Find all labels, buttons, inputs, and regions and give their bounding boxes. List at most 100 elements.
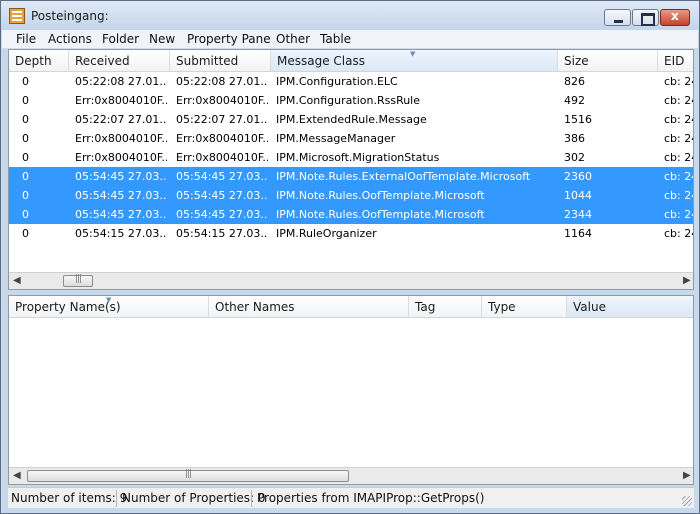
cell-size: 1516: [564, 113, 592, 126]
cell-received: 05:54:45 27.03....: [75, 189, 167, 202]
table-row[interactable]: 0 05:54:45 27.03.... 05:54:45 27.03.... IPM…: [9, 167, 693, 186]
title-bar[interactable]: Posteingang:: [1, 1, 699, 31]
left-arrow-icon[interactable]: ◀: [13, 275, 21, 286]
right-arrow-icon[interactable]: ▶: [683, 470, 691, 481]
cell-submitted: 05:22:07 27.01....: [176, 113, 268, 126]
cell-depth: 0: [22, 94, 29, 107]
menu-other[interactable]: Other: [276, 32, 310, 46]
table-row[interactable]: 0 05:54:45 27.03.... 05:54:45 27.03.... IPM…: [9, 205, 693, 224]
cell-depth: 0: [22, 208, 29, 221]
mfcmapi-app-icon[interactable]: [9, 8, 25, 24]
resize-grip-icon[interactable]: [682, 496, 692, 506]
cell-size: 302: [564, 151, 585, 164]
cell-submitted: 05:22:08 27.01....: [176, 75, 268, 88]
cell-size: 386: [564, 132, 585, 145]
cell-eid: cb: 24: [664, 170, 693, 183]
cell-received: Err:0x8004010F...: [75, 151, 167, 164]
cell-message-class: IPM.Configuration.ELC: [276, 75, 398, 88]
menu-folder[interactable]: Folder: [102, 32, 139, 46]
cell-submitted: Err:0x8004010F...: [176, 151, 268, 164]
cell-size: 1044: [564, 189, 592, 202]
property-pane: Property Name(s) ▼ Other Names Tag Type …: [8, 295, 694, 485]
left-arrow-icon[interactable]: ◀: [13, 470, 21, 481]
window-title: Posteingang:: [31, 9, 109, 23]
cell-received: 05:22:08 27.01....: [75, 75, 167, 88]
column-header-received[interactable]: Received: [69, 50, 170, 71]
cell-submitted: 05:54:15 27.03....: [176, 227, 268, 240]
cell-message-class: IPM.MessageManager: [276, 132, 396, 145]
menu-table[interactable]: Table: [320, 32, 351, 46]
window-frame: Posteingang: File Actions Folder New Pro…: [0, 0, 700, 514]
cell-eid: cb: 24: [664, 151, 693, 164]
table-row[interactable]: 0 05:54:45 27.03.... 05:54:45 27.03.... IPM…: [9, 186, 693, 205]
cell-depth: 0: [22, 132, 29, 145]
cell-depth: 0: [22, 75, 29, 88]
table-row[interactable]: 0 05:22:08 27.01.... 05:22:08 27.01.... IPM…: [9, 72, 693, 91]
cell-submitted: Err:0x8004010F...: [176, 132, 268, 145]
cell-received: 05:22:07 27.01....: [75, 113, 167, 126]
cell-size: 826: [564, 75, 585, 88]
cell-depth: 0: [22, 113, 29, 126]
cell-size: 1164: [564, 227, 592, 240]
status-items-count: Number of items: 9: [11, 491, 128, 505]
cell-submitted: 05:54:45 27.03....: [176, 189, 268, 202]
menu-property-pane[interactable]: Property Pane: [187, 32, 271, 46]
menu-file[interactable]: File: [16, 32, 36, 46]
cell-submitted: 05:54:45 27.03....: [176, 208, 268, 221]
menu-actions[interactable]: Actions: [48, 32, 92, 46]
status-divider: [251, 490, 252, 507]
column-header-submitted[interactable]: Submitted: [170, 50, 271, 71]
column-header-depth[interactable]: Depth: [9, 50, 69, 71]
column-header-tag[interactable]: Tag: [409, 296, 482, 317]
cell-submitted: 05:54:45 27.03....: [176, 170, 268, 183]
cell-depth: 0: [22, 170, 29, 183]
cell-eid: cb: 24: [664, 208, 693, 221]
status-divider: [116, 490, 117, 507]
column-header-eid[interactable]: EID: [658, 50, 693, 71]
property-pane-header: Property Name(s) ▼ Other Names Tag Type …: [9, 296, 693, 318]
column-header-value[interactable]: Value: [567, 296, 693, 317]
contents-table: Depth Received Submitted Message Class ▼…: [8, 49, 694, 290]
contents-horizontal-scrollbar[interactable]: ◀ ||| ▶: [9, 272, 693, 289]
cell-size: 492: [564, 94, 585, 107]
table-row[interactable]: 0 Err:0x8004010F... Err:0x8004010F... IPM.M…: [9, 148, 693, 167]
cell-size: 2360: [564, 170, 592, 183]
table-row[interactable]: 0 05:54:15 27.03.... 05:54:15 27.03.... IPM…: [9, 224, 693, 243]
cell-message-class: IPM.Note.Rules.OofTemplate.Microsoft: [276, 208, 485, 221]
cell-eid: cb: 24: [664, 189, 693, 202]
cell-eid: cb: 24: [664, 227, 693, 240]
cell-eid: cb: 24: [664, 132, 693, 145]
status-property-source: Properties from IMAPIProp::GetProps(): [257, 491, 485, 505]
cell-depth: 0: [22, 189, 29, 202]
column-header-type[interactable]: Type: [482, 296, 567, 317]
minimize-button[interactable]: [604, 9, 631, 26]
column-header-size[interactable]: Size: [558, 50, 658, 71]
sort-indicator-icon: ▼: [410, 50, 416, 58]
cell-eid: cb: 24: [664, 75, 693, 88]
right-arrow-icon[interactable]: ▶: [683, 275, 691, 286]
close-button[interactable]: [660, 9, 690, 26]
status-bar: Number of items: 9 Number of Properties:…: [8, 487, 694, 508]
cell-message-class: IPM.Note.Rules.ExternalOofTemplate.Micro…: [276, 170, 531, 183]
cell-received: Err:0x8004010F...: [75, 94, 167, 107]
cell-eid: cb: 24: [664, 94, 693, 107]
menu-new[interactable]: New: [149, 32, 175, 46]
cell-depth: 0: [22, 227, 29, 240]
table-row[interactable]: 0 Err:0x8004010F... Err:0x8004010F... IPM.M…: [9, 129, 693, 148]
column-header-other-names[interactable]: Other Names: [209, 296, 409, 317]
cell-eid: cb: 24: [664, 113, 693, 126]
cell-message-class: IPM.ExtendedRule.Message: [276, 113, 427, 126]
property-horizontal-scrollbar[interactable]: ◀ ||| ▶: [9, 467, 693, 484]
cell-depth: 0: [22, 151, 29, 164]
scrollbar-thumb[interactable]: |||: [27, 469, 349, 482]
cell-size: 2344: [564, 208, 592, 221]
scrollbar-thumb[interactable]: |||: [63, 274, 93, 287]
status-properties-count: Number of Properties: 0: [122, 491, 266, 505]
menu-bar: File Actions Folder New Property Pane Ot…: [2, 30, 698, 49]
table-row[interactable]: 0 05:22:07 27.01.... 05:22:07 27.01.... IPM…: [9, 110, 693, 129]
cell-message-class: IPM.Configuration.RssRule: [276, 94, 421, 107]
cell-submitted: Err:0x8004010F...: [176, 94, 268, 107]
table-row[interactable]: 0 Err:0x8004010F... Err:0x8004010F... IPM.C…: [9, 91, 693, 110]
cell-received: 05:54:45 27.03....: [75, 208, 167, 221]
maximize-button[interactable]: [632, 9, 659, 26]
